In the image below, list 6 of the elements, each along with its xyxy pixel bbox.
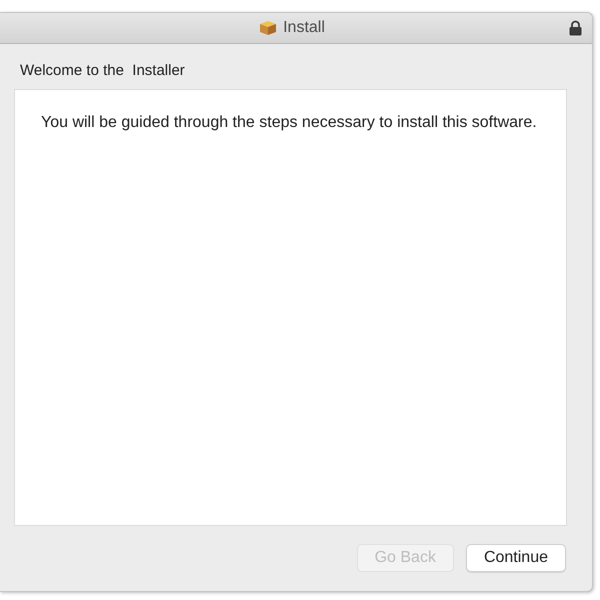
continue-button[interactable]: Continue xyxy=(466,544,566,572)
welcome-text: You will be guided through the steps necessary to install this software. xyxy=(41,113,538,133)
window-title: Install xyxy=(283,19,325,37)
lock-icon[interactable] xyxy=(569,20,582,36)
package-icon xyxy=(259,20,278,36)
page-heading: Welcome to the Installer xyxy=(20,62,186,79)
